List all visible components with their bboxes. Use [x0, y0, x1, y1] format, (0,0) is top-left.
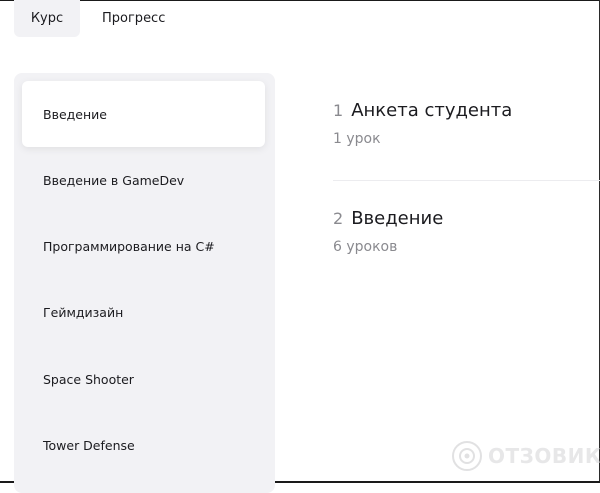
- module-lesson-count: 6 уроков: [333, 239, 398, 255]
- module-lesson-count: 1 урок: [333, 131, 381, 147]
- module-name: Анкета студента: [351, 100, 513, 121]
- module-sidebar: Введение Введение в GameDev Программиров…: [14, 73, 275, 493]
- module-card[interactable]: 1 Анкета студента 1 урок: [333, 100, 600, 147]
- sidebar-item-intro[interactable]: Введение: [22, 81, 265, 147]
- otzovik-watermark: ОТЗОВИК: [452, 441, 600, 471]
- sidebar-item-csharp[interactable]: Программирование на C#: [22, 213, 265, 279]
- module-number: 1: [333, 101, 344, 120]
- sidebar-item-gamedev-intro[interactable]: Введение в GameDev: [22, 147, 265, 213]
- watermark-text: ОТЗОВИК: [488, 444, 600, 468]
- course-tabs: Курс Прогресс: [14, 0, 185, 37]
- module-card[interactable]: 2 Введение 6 уроков: [333, 208, 600, 255]
- sidebar-item-space-shooter[interactable]: Space Shooter: [22, 346, 265, 412]
- module-title: 1 Анкета студента: [333, 100, 600, 121]
- module-divider: [333, 180, 600, 181]
- module-number: 2: [333, 209, 344, 228]
- tab-progress[interactable]: Прогресс: [80, 0, 185, 37]
- module-name: Введение: [351, 208, 444, 229]
- otzovik-logo-icon: [452, 441, 482, 471]
- sidebar-item-tower-defense[interactable]: Tower Defense: [22, 412, 265, 478]
- tab-course[interactable]: Курс: [14, 0, 80, 37]
- module-title: 2 Введение: [333, 208, 600, 229]
- sidebar-item-gamedesign[interactable]: Геймдизайн: [22, 279, 265, 345]
